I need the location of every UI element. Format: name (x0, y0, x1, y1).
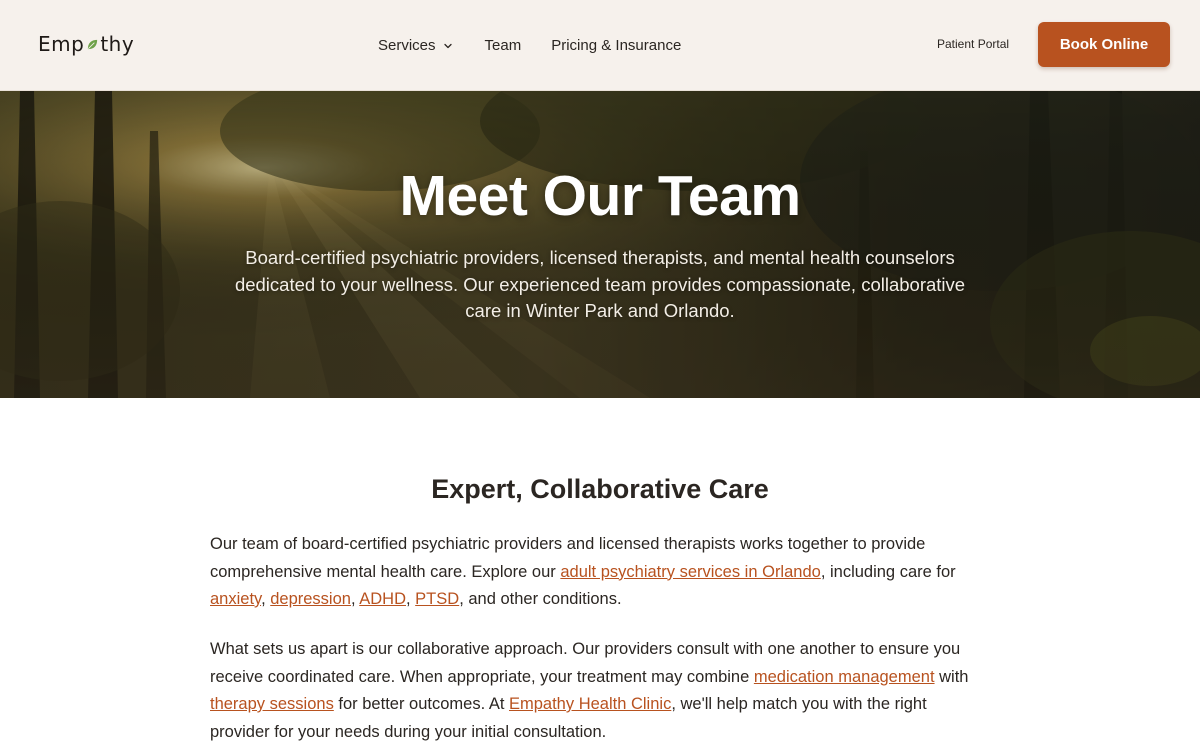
nav-services[interactable]: Services (378, 37, 453, 54)
therapy-sessions-link[interactable]: therapy sessions (210, 695, 334, 713)
adult-psychiatry-link[interactable]: adult psychiatry services in Orlando (560, 563, 820, 581)
adhd-link[interactable]: ADHD (359, 590, 406, 608)
patient-portal-link[interactable]: Patient Portal (937, 37, 1009, 51)
hero-subtitle: Board-certified psychiatric providers, l… (234, 247, 966, 321)
anxiety-link[interactable]: anxiety (210, 590, 261, 608)
nav-pricing-insurance[interactable]: Pricing & Insurance (551, 37, 681, 54)
depression-link[interactable]: depression (270, 590, 351, 608)
separator: , (406, 590, 416, 608)
chevron-down-icon (443, 43, 452, 48)
paragraph-text: with (934, 667, 969, 686)
main-nav: Services Team Pricing & Insurance (378, 0, 681, 91)
paragraph-text: , and other conditions. (459, 590, 622, 608)
approach-paragraph: What sets us apart is our collaborative … (210, 636, 990, 746)
empathy-health-clinic-link[interactable]: Empathy Health Clinic (509, 695, 671, 713)
logo-text-start: Emp (38, 32, 85, 56)
logo-text-end: thy (100, 32, 135, 56)
book-online-button[interactable]: Book Online (1038, 22, 1170, 67)
paragraph-text: for better outcomes. At (333, 695, 509, 713)
logo[interactable]: Emp thy (38, 31, 134, 57)
ptsd-link[interactable]: PTSD (415, 590, 459, 608)
leaf-icon (88, 39, 98, 49)
page-title: Meet Our Team (399, 164, 801, 228)
section-heading: Expert, Collaborative Care (431, 474, 769, 504)
nav-services-label: Services (378, 37, 436, 54)
intro-paragraph: Our team of board-certified psychiatric … (210, 531, 990, 614)
site-header: Emp thy Services Team Pricing & Insuranc… (0, 0, 1200, 91)
medication-management-link[interactable]: medication management (754, 668, 935, 686)
hero-banner: Meet Our Team Board-certified psychiatri… (0, 91, 1200, 398)
separator: , (350, 590, 360, 608)
separator: , (261, 590, 271, 608)
paragraph-text: , including care for (820, 562, 956, 581)
nav-team[interactable]: Team (485, 37, 522, 54)
